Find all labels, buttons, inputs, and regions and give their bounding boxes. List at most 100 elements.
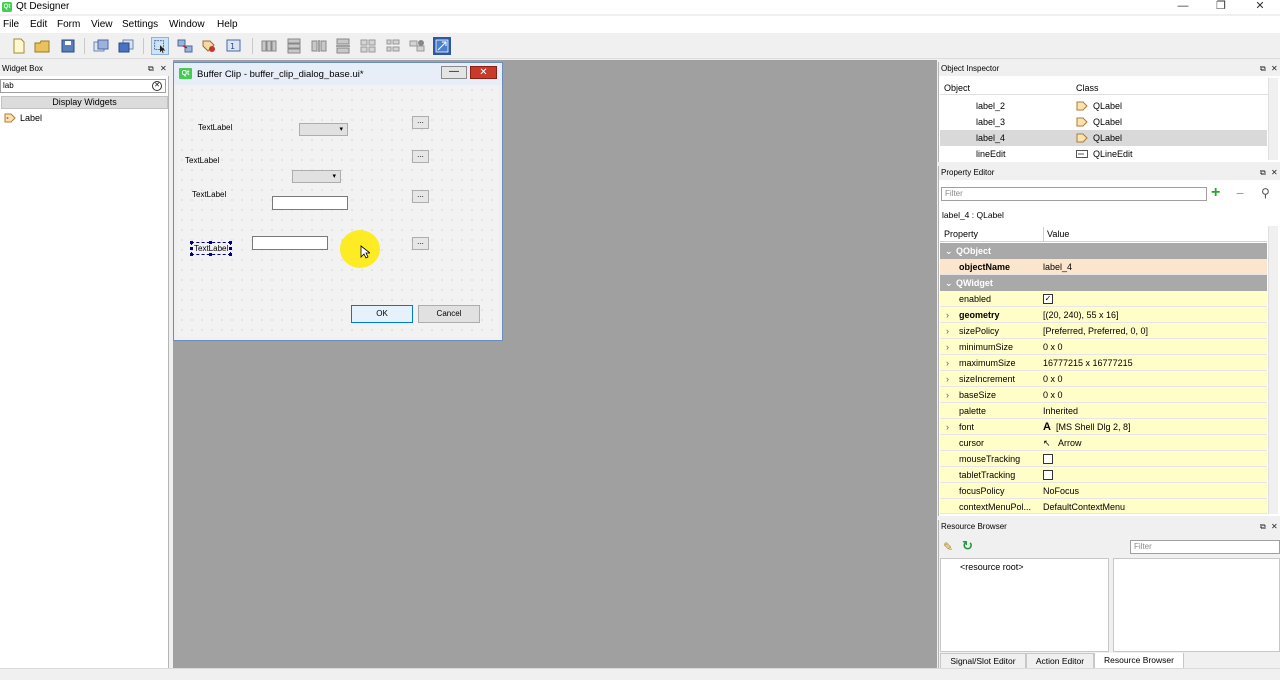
menu-edit[interactable]: Edit: [30, 18, 47, 31]
object-row[interactable]: label_3 QLabel: [940, 114, 1267, 130]
selection-handle[interactable]: [209, 253, 212, 256]
menu-form[interactable]: Form: [57, 18, 80, 31]
edit-signals-slots-icon[interactable]: [176, 37, 194, 55]
edit-tab-order-icon[interactable]: 1: [225, 37, 243, 55]
close-icon[interactable]: ✕: [1240, 0, 1280, 14]
property-row-contextmenupolicy[interactable]: contextMenuPol... DefaultContextMenu: [940, 499, 1267, 514]
column-property-header[interactable]: Property: [944, 227, 978, 241]
tablettracking-checkbox[interactable]: [1043, 470, 1053, 480]
property-row-maximumsize[interactable]: › maximumSize 16777215 x 16777215: [940, 355, 1267, 371]
selection-handle[interactable]: [209, 241, 212, 244]
object-inspector-scrollbar[interactable]: [1268, 78, 1278, 160]
column-object-header[interactable]: Object: [944, 81, 970, 95]
property-row-sizepolicy[interactable]: › sizePolicy [Preferred, Preferred, 0, 0…: [940, 323, 1267, 339]
dock-float-icon[interactable]: ⧉: [1260, 62, 1266, 76]
object-row[interactable]: label_2 QLabel: [940, 98, 1267, 114]
tab-action-editor[interactable]: Action Editor: [1026, 653, 1094, 669]
property-row-focuspolicy[interactable]: focusPolicy NoFocus: [940, 483, 1267, 499]
resource-tree[interactable]: <resource root>: [940, 558, 1109, 652]
property-row-mousetracking[interactable]: mouseTracking: [940, 451, 1267, 467]
object-row[interactable]: lineEdit QLineEdit: [940, 146, 1267, 160]
property-filter-input[interactable]: Filter: [941, 187, 1207, 201]
adjust-size-icon[interactable]: [433, 37, 451, 55]
resource-list[interactable]: [1113, 558, 1280, 652]
layout-form-icon[interactable]: [384, 37, 402, 55]
dock-close-icon[interactable]: ✕: [1271, 520, 1278, 534]
widget-filter-input[interactable]: lab: [0, 79, 166, 93]
column-value-header[interactable]: Value: [1043, 227, 1069, 241]
combo-box-2[interactable]: ▾: [292, 170, 341, 183]
property-row-font[interactable]: › font A [MS Shell Dlg 2, 8]: [940, 419, 1267, 435]
minimize-icon[interactable]: —: [1163, 0, 1203, 14]
menu-help[interactable]: Help: [217, 18, 238, 31]
ok-button[interactable]: OK: [351, 305, 413, 323]
enabled-checkbox[interactable]: ✓: [1043, 294, 1053, 304]
property-editor-scrollbar[interactable]: [1268, 226, 1278, 514]
line-edit-1[interactable]: [272, 196, 348, 210]
mousetracking-checkbox[interactable]: [1043, 454, 1053, 464]
property-row-cursor[interactable]: cursor ↖ Arrow: [940, 435, 1267, 451]
resource-filter-input[interactable]: Filter: [1130, 540, 1280, 554]
dock-close-icon[interactable]: ✕: [1271, 166, 1278, 180]
dock-float-icon[interactable]: ⧉: [1260, 166, 1266, 180]
edit-resources-icon[interactable]: ✎: [943, 540, 957, 554]
layout-grid-icon[interactable]: [359, 37, 377, 55]
column-class-header[interactable]: Class: [1076, 81, 1099, 95]
layout-vertical-splitter-icon[interactable]: [334, 37, 352, 55]
tab-resource-browser[interactable]: Resource Browser: [1094, 653, 1184, 669]
chevron-right-icon[interactable]: ›: [946, 355, 949, 371]
menu-file[interactable]: File: [3, 18, 19, 31]
dock-float-icon[interactable]: ⧉: [1260, 520, 1266, 534]
property-row-basesize[interactable]: › baseSize 0 x 0: [940, 387, 1267, 403]
form-minimize-button[interactable]: —: [441, 66, 467, 79]
selection-handle[interactable]: [190, 247, 193, 250]
line-edit-2[interactable]: [252, 236, 328, 250]
save-icon[interactable]: [59, 37, 77, 55]
property-row-tablettracking[interactable]: tabletTracking: [940, 467, 1267, 483]
resource-root[interactable]: <resource root>: [960, 562, 1024, 572]
bring-to-front-icon[interactable]: [92, 37, 110, 55]
property-row-enabled[interactable]: enabled ✓: [940, 291, 1267, 307]
browse-button-1[interactable]: ...: [412, 116, 429, 129]
dock-close-icon[interactable]: ✕: [160, 62, 167, 76]
layout-vertical-icon[interactable]: [285, 37, 303, 55]
reload-icon[interactable]: ↻: [962, 539, 976, 553]
cancel-button[interactable]: Cancel: [418, 305, 480, 323]
text-label-3[interactable]: TextLabel: [192, 190, 226, 200]
browse-button-2[interactable]: ...: [412, 150, 429, 163]
browse-button-4[interactable]: ...: [412, 237, 429, 250]
chevron-right-icon[interactable]: ›: [946, 371, 949, 387]
display-widgets-category[interactable]: Display Widgets: [1, 96, 168, 109]
remove-property-icon[interactable]: −: [1236, 186, 1252, 202]
configure-icon[interactable]: ⚲: [1261, 186, 1277, 202]
qwidget-category[interactable]: ⌄ QWidget: [940, 275, 1267, 291]
add-dynamic-property-icon[interactable]: +: [1211, 185, 1227, 202]
dock-float-icon[interactable]: ⧉: [148, 62, 154, 76]
property-row-sizeincrement[interactable]: › sizeIncrement 0 x 0: [940, 371, 1267, 387]
chevron-right-icon[interactable]: ›: [946, 307, 949, 323]
send-to-back-icon[interactable]: [117, 37, 135, 55]
text-label-1[interactable]: TextLabel: [198, 123, 232, 133]
menu-settings[interactable]: Settings: [122, 18, 158, 31]
selection-handle[interactable]: [190, 253, 193, 256]
restore-icon[interactable]: ❐: [1201, 0, 1241, 14]
selection-handle[interactable]: [229, 253, 232, 256]
browse-button-3[interactable]: ...: [412, 190, 429, 203]
selection-handle[interactable]: [229, 241, 232, 244]
chevron-right-icon[interactable]: ›: [946, 387, 949, 403]
open-folder-icon[interactable]: [33, 37, 51, 55]
clear-filter-icon[interactable]: ✕: [152, 81, 162, 91]
object-row-selected[interactable]: label_4 QLabel: [940, 130, 1267, 146]
chevron-right-icon[interactable]: ›: [946, 419, 949, 435]
dock-close-icon[interactable]: ✕: [1271, 62, 1278, 76]
tab-signal-slot-editor[interactable]: Signal/Slot Editor: [940, 653, 1026, 669]
new-file-icon[interactable]: [10, 37, 28, 55]
combo-box-1[interactable]: ▾: [299, 123, 348, 136]
form-close-button[interactable]: ✕: [470, 66, 497, 79]
property-row-minimumsize[interactable]: › minimumSize 0 x 0: [940, 339, 1267, 355]
edit-widgets-icon[interactable]: [151, 37, 169, 55]
menu-window[interactable]: Window: [169, 18, 205, 31]
chevron-right-icon[interactable]: ›: [946, 323, 949, 339]
property-row-objectname[interactable]: objectName label_4: [940, 259, 1267, 275]
qobject-category[interactable]: ⌄ QObject: [940, 243, 1267, 259]
